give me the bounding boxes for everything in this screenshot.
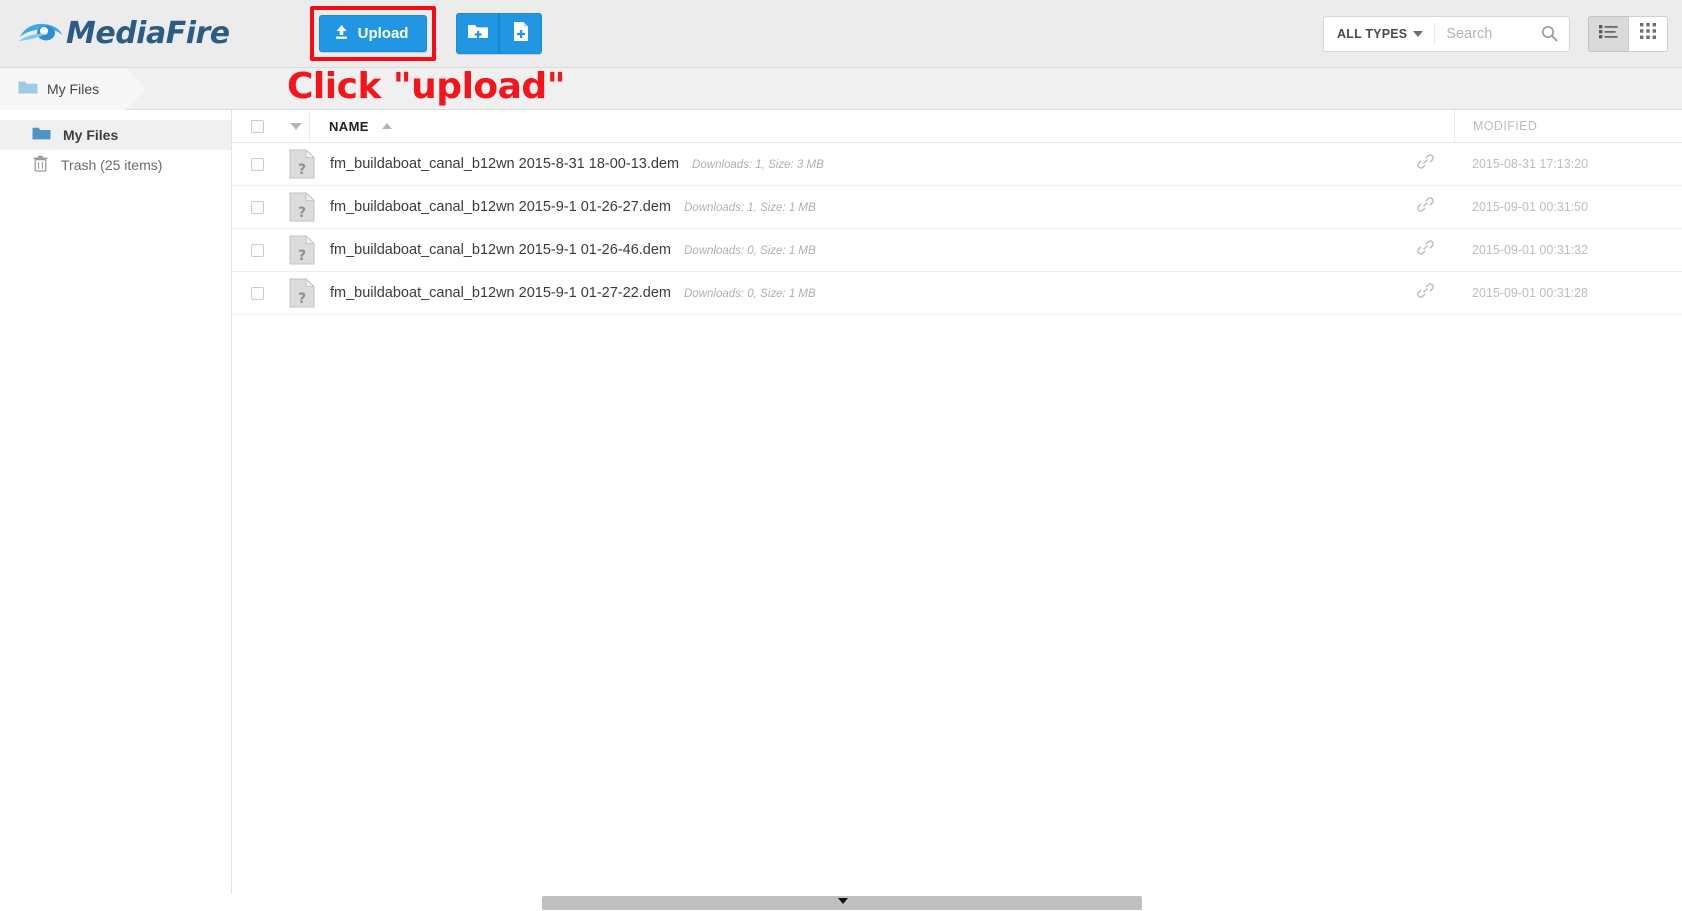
header-right-tools: ALL TYPES (1323, 15, 1668, 52)
file-name: fm_buildaboat_canal_b12wn 2015-9-1 01-27… (330, 285, 671, 301)
workspace: My Files Trash (25 items) NAME MODIFIED … (0, 109, 1682, 911)
search-input[interactable] (1435, 25, 1537, 42)
file-name-cell: fm_buildaboat_canal_b12wn 2015-9-1 01-26… (322, 199, 1396, 215)
table-row[interactable]: ? fm_buildaboat_canal_b12wn 2015-8-31 18… (232, 143, 1682, 186)
select-all-checkbox[interactable] (250, 119, 264, 133)
file-modified: 2015-08-31 17:13:20 (1472, 157, 1589, 171)
unknown-file-icon: ? (282, 278, 322, 308)
horizontal-scrollbar[interactable] (0, 894, 1682, 911)
share-link-button[interactable] (1396, 196, 1454, 218)
unknown-file-icon: ? (282, 192, 322, 222)
sidebar-item-label: My Files (63, 127, 119, 143)
table-row[interactable]: ? fm_buildaboat_canal_b12wn 2015-9-1 01-… (232, 186, 1682, 229)
svg-text:?: ? (298, 248, 306, 264)
search-icon[interactable] (1537, 25, 1569, 42)
upload-arrow-icon (334, 24, 349, 44)
file-name: fm_buildaboat_canal_b12wn 2015-9-1 01-26… (330, 199, 671, 215)
link-icon (1416, 196, 1434, 218)
unknown-file-icon: ? (282, 235, 322, 265)
grid-view-icon (1640, 23, 1656, 44)
sidebar: My Files Trash (25 items) (0, 110, 232, 911)
file-meta: Downloads: 1, Size: 3 MB (692, 159, 824, 171)
file-name-cell: fm_buildaboat_canal_b12wn 2015-8-31 18-0… (322, 156, 1396, 172)
row-select-cell (232, 200, 282, 214)
link-icon (1416, 239, 1434, 261)
column-header-name[interactable]: NAME (310, 119, 1454, 134)
type-filter-label: ALL TYPES (1337, 26, 1408, 41)
grid-view-button[interactable] (1628, 15, 1668, 52)
table-row[interactable]: ? fm_buildaboat_canal_b12wn 2015-9-1 01-… (232, 229, 1682, 272)
file-list-panel: NAME MODIFIED ? fm_buildaboat_canal_b12w… (232, 109, 1682, 911)
row-checkbox[interactable] (250, 157, 264, 171)
row-select-cell (232, 157, 282, 171)
triangle-down-icon[interactable] (838, 898, 848, 904)
list-view-button[interactable] (1588, 15, 1628, 52)
brand-name: MediaFire (66, 16, 230, 51)
upload-highlight-box: Upload (309, 6, 437, 61)
svg-text:?: ? (298, 162, 306, 178)
link-icon (1416, 282, 1434, 304)
file-name: fm_buildaboat_canal_b12wn 2015-9-1 01-26… (330, 242, 671, 258)
new-file-icon (512, 21, 530, 47)
toolbar-actions: Upload (309, 6, 543, 61)
sort-menu-button[interactable] (282, 109, 310, 143)
share-link-button[interactable] (1396, 153, 1454, 175)
file-modified: 2015-09-01 00:31:28 (1472, 286, 1589, 300)
file-modified: 2015-09-01 00:31:32 (1472, 243, 1589, 257)
svg-text:?: ? (298, 205, 306, 221)
column-header-modified-label: MODIFIED (1473, 119, 1538, 133)
sidebar-item-my-files[interactable]: My Files (0, 120, 231, 150)
share-link-button[interactable] (1396, 239, 1454, 261)
file-table-body: ? fm_buildaboat_canal_b12wn 2015-8-31 18… (232, 143, 1682, 315)
mediafire-logo[interactable]: MediaFire (18, 14, 230, 54)
new-folder-icon (467, 22, 489, 45)
table-row[interactable]: ? fm_buildaboat_canal_b12wn 2015-9-1 01-… (232, 272, 1682, 315)
row-select-cell (232, 286, 282, 300)
upload-button[interactable]: Upload (318, 15, 428, 52)
app-header: MediaFire Upload ALL TYPES Search (0, 0, 1682, 68)
folder-icon (18, 79, 38, 98)
file-meta: Downloads: 0, Size: 1 MB (684, 288, 816, 300)
new-folder-button[interactable] (456, 13, 500, 54)
row-select-cell (232, 243, 282, 257)
annotation-text: Click "upload" (287, 66, 565, 107)
breadcrumb-bar: My Files Click "upload" (0, 66, 1682, 110)
trash-icon (32, 155, 49, 175)
select-all-cell (232, 119, 282, 133)
folder-icon (32, 126, 51, 144)
file-meta: Downloads: 1, Size: 1 MB (684, 202, 816, 214)
breadcrumb-label: My Files (47, 80, 100, 97)
chevron-down-icon (1413, 30, 1424, 37)
type-filter-dropdown[interactable]: ALL TYPES (1324, 22, 1436, 45)
file-meta: Downloads: 0, Size: 1 MB (684, 245, 816, 257)
sidebar-item-label: Trash (25 items) (61, 157, 163, 173)
triangle-up-icon (381, 123, 392, 129)
unknown-file-icon: ? (282, 149, 322, 179)
search-bar: ALL TYPES (1323, 15, 1570, 52)
sidebar-item-trash[interactable]: Trash (25 items) (0, 150, 231, 180)
column-header-name-label: NAME (329, 118, 369, 134)
link-icon (1416, 153, 1434, 175)
view-mode-toggle (1588, 15, 1668, 52)
triangle-down-icon (289, 122, 302, 130)
row-checkbox[interactable] (250, 243, 264, 257)
file-name-cell: fm_buildaboat_canal_b12wn 2015-9-1 01-26… (322, 242, 1396, 258)
column-header-modified[interactable]: MODIFIED (1454, 109, 1654, 143)
upload-button-label: Upload (357, 25, 409, 42)
new-file-button[interactable] (499, 13, 543, 54)
file-table-header: NAME MODIFIED (232, 109, 1682, 143)
mediafire-flame-logo-icon (18, 19, 64, 49)
file-name-cell: fm_buildaboat_canal_b12wn 2015-9-1 01-27… (322, 285, 1396, 301)
file-name: fm_buildaboat_canal_b12wn 2015-8-31 18-0… (330, 156, 680, 172)
svg-text:?: ? (298, 291, 306, 307)
create-buttons (456, 13, 543, 54)
row-checkbox[interactable] (250, 200, 264, 214)
row-checkbox[interactable] (250, 286, 264, 300)
file-modified: 2015-09-01 00:31:50 (1472, 200, 1589, 214)
breadcrumb-my-files[interactable]: My Files (0, 67, 147, 110)
share-link-button[interactable] (1396, 282, 1454, 304)
list-view-icon (1599, 24, 1618, 44)
